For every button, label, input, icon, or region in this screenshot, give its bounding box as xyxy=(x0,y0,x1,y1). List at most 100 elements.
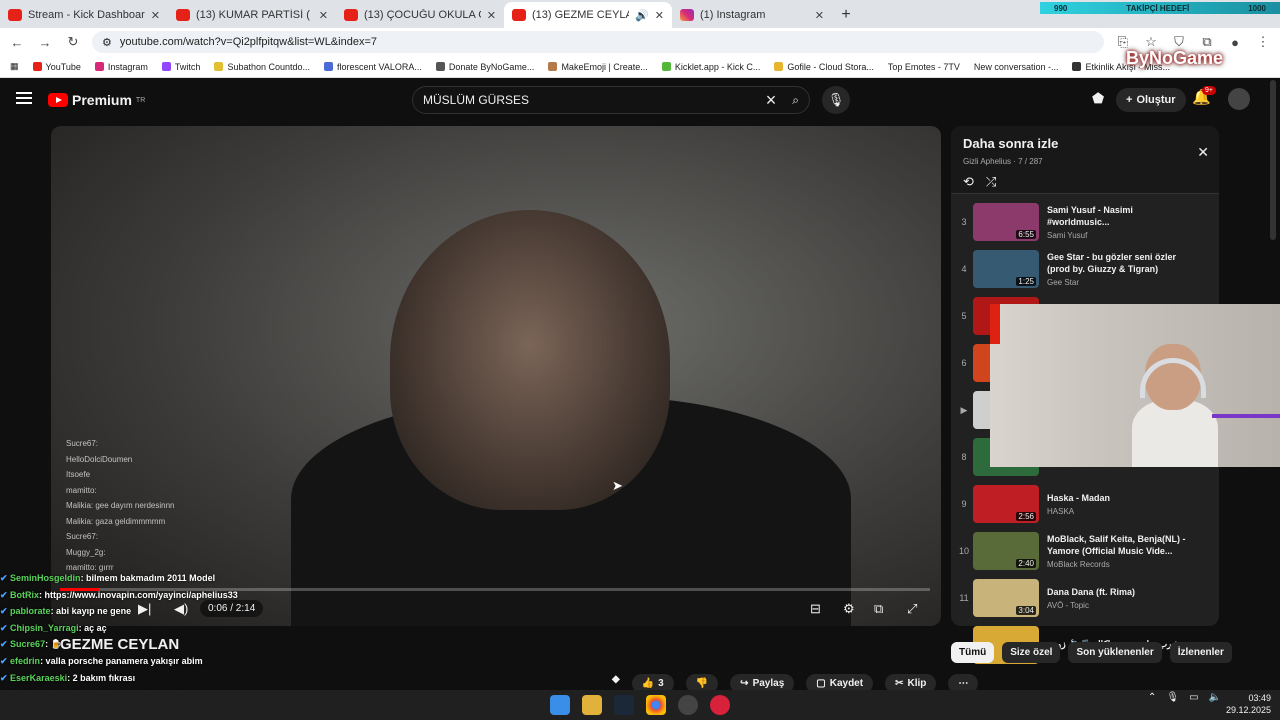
playlist-item-channel[interactable]: HASKA xyxy=(1047,507,1197,516)
chat-username: efedrin xyxy=(10,655,41,666)
miniplayer-icon[interactable]: ⧉ xyxy=(874,601,883,617)
settings-gear-icon[interactable]: ⚙ xyxy=(843,601,855,617)
bookmark-item[interactable]: Top Emotes - 7TV xyxy=(888,62,960,72)
network-icon[interactable]: ▭ xyxy=(1189,692,1198,703)
playlist-thumbnail[interactable]: 3:04 xyxy=(973,579,1039,617)
search-input[interactable]: MÜSLÜM GÜRSES xyxy=(423,93,766,107)
browser-tab[interactable]: (1) Instagram ✕ xyxy=(672,2,832,28)
menu-icon[interactable]: ⋮ xyxy=(1254,34,1272,50)
create-button[interactable]: + Oluştur xyxy=(1116,88,1186,112)
close-tab-icon[interactable]: ✕ xyxy=(815,9,824,22)
playlist-item[interactable]: 9 2:56 Haska - Madan HASKA xyxy=(955,482,1217,526)
microphone-icon[interactable]: 🎙 xyxy=(1166,692,1179,703)
playlist-item[interactable]: 3 6:55 Sami Yusuf - Nasimi #worldmusic... S… xyxy=(955,200,1217,244)
close-tab-icon[interactable]: ✕ xyxy=(151,9,160,22)
browser-tab[interactable]: (13) ÇOCUĞU OKULA GİTMEYE ✕ xyxy=(336,2,504,28)
browser-tab-active[interactable]: (13) GEZME CEYLAN - YouTu 🔊 ✕ xyxy=(504,2,672,28)
close-tab-icon[interactable]: ✕ xyxy=(319,9,328,22)
playlist-item-channel[interactable]: MoBlack Records xyxy=(1047,560,1197,569)
playlist-item-title[interactable]: Haska - Madan xyxy=(1047,492,1197,504)
bookmark-item[interactable]: Donate ByNoGame... xyxy=(435,62,534,72)
youtube-premium-logo[interactable]: Premium TR xyxy=(48,92,145,108)
shuffle-icon[interactable]: ⤮ xyxy=(986,174,996,190)
playlist-item-channel[interactable]: Gee Star xyxy=(1047,278,1197,287)
playlist-item-index: 6 xyxy=(961,358,967,368)
chevron-up-icon[interactable]: ⌃ xyxy=(1148,692,1156,703)
playlist-thumbnail[interactable]: 2:56 xyxy=(973,485,1039,523)
playlist-item-title[interactable]: Gee Star - bu gözler seni özler (prod by… xyxy=(1047,251,1197,275)
voice-search-icon[interactable]: 🎙 xyxy=(822,86,850,114)
playlist-thumbnail[interactable]: 6:55 xyxy=(973,203,1039,241)
clear-icon[interactable]: × xyxy=(766,90,777,111)
loop-icon[interactable]: ⟲ xyxy=(963,174,974,190)
volume-tray-icon[interactable]: 🔈 xyxy=(1209,692,1221,703)
share-icon: ↪ xyxy=(740,678,749,689)
bookmark-item[interactable]: Gofile - Cloud Stora... xyxy=(774,62,874,72)
cast-icon[interactable]: ⬟ xyxy=(1092,90,1104,107)
playlist-item-index: 3 xyxy=(961,217,967,227)
playlist-item-title[interactable]: Dana Dana (ft. Rima) xyxy=(1047,586,1197,598)
back-icon[interactable]: ← xyxy=(8,35,26,50)
subtitles-icon[interactable]: ⊟ xyxy=(810,601,821,617)
apps-icon[interactable]: ▦ xyxy=(10,61,19,72)
search-box[interactable]: MÜSLÜM GÜRSES × ⌕ xyxy=(412,86,810,114)
bookmark-label: Top Emotes - 7TV xyxy=(887,61,960,72)
account-avatar[interactable] xyxy=(1228,88,1250,110)
playlist-item-channel[interactable]: Sami Yusuf xyxy=(1047,231,1197,240)
playlist-item-channel[interactable]: AVŌ - Topic xyxy=(1047,601,1197,610)
fullscreen-icon[interactable]: ⤢ xyxy=(907,601,917,617)
browser-tab[interactable]: (13) KUMAR PARTİSİ ( İllegal Ha ✕ xyxy=(168,2,336,28)
bookmark-item[interactable]: florescent VALORA... xyxy=(324,62,422,72)
chat-line: Sucre67: xyxy=(66,439,99,448)
profile-icon[interactable]: ● xyxy=(1226,35,1244,50)
clock-time: 03:49 xyxy=(1248,693,1272,703)
playlist-thumbnail[interactable]: 1:25 xyxy=(973,250,1039,288)
playlist-thumbnail[interactable]: 2:40 xyxy=(973,532,1039,570)
playlist-item-title[interactable]: Sami Yusuf - Nasimi #worldmusic... xyxy=(1047,204,1197,228)
bookmark-item[interactable]: YouTube xyxy=(32,62,81,72)
more-icon: ⋯ xyxy=(958,678,969,689)
playlist-item[interactable]: 4 1:25 Gee Star - bu gözler seni özler (pr… xyxy=(955,247,1217,291)
windows-start-icon[interactable] xyxy=(550,695,570,715)
valorant-icon[interactable] xyxy=(710,695,730,715)
bookmark-item[interactable]: Subathon Countdo... xyxy=(214,62,310,72)
page-scrollbar[interactable] xyxy=(1270,80,1276,240)
menu-hamburger-icon[interactable] xyxy=(16,92,32,104)
chrome-icon[interactable] xyxy=(646,695,666,715)
steam-icon[interactable] xyxy=(614,695,634,715)
site-info-icon[interactable]: ⚙ xyxy=(102,36,112,49)
browser-tab[interactable]: Stream - Kick Dashboard ✕ xyxy=(0,2,168,28)
close-tab-icon[interactable]: ✕ xyxy=(487,9,496,22)
forward-icon[interactable]: → xyxy=(36,35,54,50)
logo-text: Premium xyxy=(72,92,132,108)
speaker-icon[interactable]: 🔊 xyxy=(635,9,649,22)
bookmark-item[interactable]: Instagram xyxy=(94,61,148,72)
bookmark-item[interactable]: Kicklet.app - Kick C... xyxy=(661,62,760,72)
close-tab-icon[interactable]: ✕ xyxy=(655,9,664,22)
chip-watched[interactable]: İzlenenler xyxy=(1169,642,1232,663)
tab-title: (13) KUMAR PARTİSİ ( İllegal Ha xyxy=(196,9,313,21)
scissors-icon: ✂ xyxy=(895,678,904,689)
bookmark-item[interactable]: MakeEmoji | Create... xyxy=(548,62,648,72)
reload-icon[interactable]: ↻ xyxy=(64,34,82,50)
playlist-item-title[interactable]: MoBlack, Salif Keita, Benja(NL) - Yamore… xyxy=(1047,533,1197,557)
chat-message: ✔ efedrin: valla porsche panamera yakışı… xyxy=(0,653,260,670)
bookmark-item[interactable]: Twitch xyxy=(161,62,200,72)
playlist-item[interactable]: 11 3:04 Dana Dana (ft. Rima) AVŌ - Topic xyxy=(955,576,1217,620)
file-explorer-icon[interactable] xyxy=(582,695,602,715)
chat-message: ✔ pablorate: abi kayıp ne gene xyxy=(0,603,260,620)
chip-recent[interactable]: Son yüklenenler xyxy=(1068,642,1162,663)
chat-badge-icon: ✔ xyxy=(0,639,11,650)
address-bar[interactable]: ⚙ youtube.com/watch?v=Qi2plfpitqw&list=WL… xyxy=(92,31,1104,53)
close-icon[interactable]: ✕ xyxy=(1197,144,1209,161)
obs-icon[interactable] xyxy=(678,695,698,715)
playlist-item[interactable]: 10 2:40 MoBlack, Salif Keita, Benja(NL) - … xyxy=(955,529,1217,573)
bookmark-item[interactable]: New conversation -... xyxy=(974,62,1059,72)
playlist-item-index: 8 xyxy=(961,452,967,462)
system-clock[interactable]: 03:49 29.12.2025 xyxy=(1226,692,1271,716)
chip-all[interactable]: Tümü xyxy=(951,642,995,663)
search-icon[interactable]: ⌕ xyxy=(792,93,799,108)
bookmark-label: Instagram xyxy=(107,61,148,72)
chip-for-you[interactable]: Size özel xyxy=(1002,642,1061,663)
new-tab-button[interactable]: + xyxy=(832,2,860,28)
